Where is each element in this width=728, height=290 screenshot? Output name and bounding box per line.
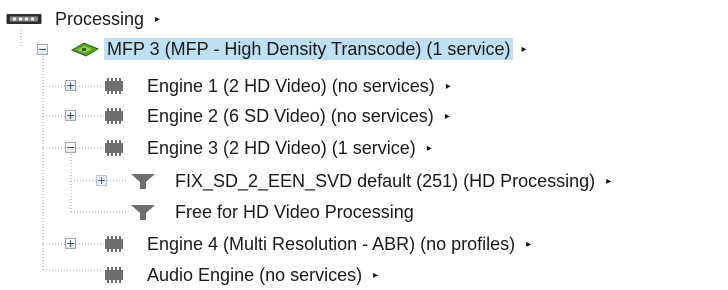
tree-node-engine-3[interactable]: Engine 3 (2 HD Video) (1 service) ▸ xyxy=(102,133,432,163)
processing-tree: Processing ▸ − MFP 3 (MFP - High Density… xyxy=(0,0,728,286)
expand-toggle-engine-4[interactable]: + xyxy=(65,238,76,249)
context-menu-arrow-icon[interactable]: ▸ xyxy=(373,270,378,281)
mfp-board-icon xyxy=(70,40,100,58)
context-menu-arrow-icon[interactable]: ▸ xyxy=(446,81,451,92)
context-menu-arrow-icon[interactable]: ▸ xyxy=(155,14,160,25)
tree-node-service-free[interactable]: Free for HD Video Processing xyxy=(128,197,417,227)
tree-node-mfp-3[interactable]: MFP 3 (MFP - High Density Transcode) (1 … xyxy=(70,34,526,64)
tree-node-service-fix[interactable]: FIX_SD_2_EEN_SVD default (251) (HD Proce… xyxy=(128,166,611,196)
tree-node-engine-2[interactable]: Engine 2 (6 SD Video) (no services) ▸ xyxy=(102,101,450,131)
tree-node-label[interactable]: Processing xyxy=(52,8,147,30)
tree-node-label[interactable]: Engine 3 (2 HD Video) (1 service) xyxy=(144,137,419,159)
tree-node-label[interactable]: MFP 3 (MFP - High Density Transcode) (1 … xyxy=(104,38,514,60)
engine-chip-icon xyxy=(102,266,126,284)
tree-node-engine-1[interactable]: Engine 1 (2 HD Video) (no services) ▸ xyxy=(102,71,451,101)
expand-toggle-service-fix[interactable]: + xyxy=(96,175,107,186)
processing-card-icon xyxy=(6,11,44,27)
context-menu-arrow-icon[interactable]: ▸ xyxy=(606,176,611,187)
context-menu-arrow-icon[interactable]: ▸ xyxy=(445,111,450,122)
expand-toggle-engine-2[interactable]: + xyxy=(65,110,76,121)
tree-node-label[interactable]: Free for HD Video Processing xyxy=(172,201,417,223)
tree-node-label[interactable]: Engine 1 (2 HD Video) (no services) xyxy=(144,75,438,97)
collapse-toggle-engine-3[interactable]: − xyxy=(65,142,76,153)
filter-funnel-icon xyxy=(128,171,158,191)
engine-chip-icon xyxy=(102,107,126,125)
tree-node-label[interactable]: Engine 2 (6 SD Video) (no services) xyxy=(144,105,437,127)
expand-toggle-engine-1[interactable]: + xyxy=(65,80,76,91)
engine-chip-icon xyxy=(102,139,126,157)
collapse-toggle-mfp[interactable]: − xyxy=(37,44,48,55)
tree-node-label[interactable]: Audio Engine (no services) xyxy=(144,264,365,286)
context-menu-arrow-icon[interactable]: ▸ xyxy=(521,44,526,55)
tree-node-processing[interactable]: Processing ▸ xyxy=(6,4,160,34)
tree-node-label[interactable]: Engine 4 (Multi Resolution - ABR) (no pr… xyxy=(144,233,518,255)
tree-node-label[interactable]: FIX_SD_2_EEN_SVD default (251) (HD Proce… xyxy=(172,170,598,192)
engine-chip-icon xyxy=(102,235,126,253)
context-menu-arrow-icon[interactable]: ▸ xyxy=(427,143,432,154)
filter-funnel-icon xyxy=(128,202,158,222)
engine-chip-icon xyxy=(102,77,126,95)
tree-node-engine-4[interactable]: Engine 4 (Multi Resolution - ABR) (no pr… xyxy=(102,229,531,259)
context-menu-arrow-icon[interactable]: ▸ xyxy=(526,239,531,250)
